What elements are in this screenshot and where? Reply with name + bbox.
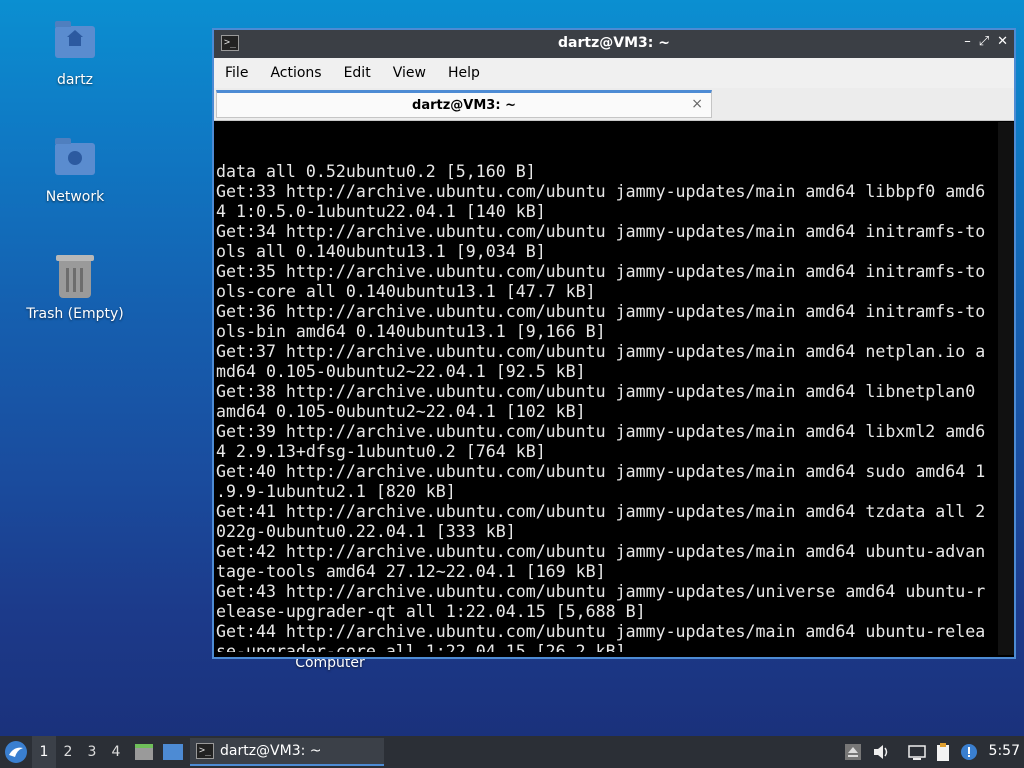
- menu-file[interactable]: File: [214, 65, 259, 81]
- terminal-line: se-upgrader-core all 1:22.04.15 [26.2 kB…: [216, 642, 626, 652]
- file-manager-icon[interactable]: [134, 742, 154, 762]
- trash-icon: [51, 254, 99, 302]
- terminal-line: Get:38 http://archive.ubuntu.com/ubuntu …: [216, 382, 976, 401]
- clipboard-icon[interactable]: [933, 742, 953, 762]
- desktop-icon-trash[interactable]: Trash (Empty): [15, 254, 135, 322]
- terminal-line: .9.9-1ubuntu2.1 [820 kB]: [216, 482, 456, 501]
- terminal-line: ols-bin amd64 0.140ubuntu13.1 [9,166 B]: [216, 322, 606, 341]
- taskbar-terminal-task[interactable]: >_ dartz@VM3: ~: [190, 738, 384, 766]
- terminal-line: Get:40 http://archive.ubuntu.com/ubuntu …: [216, 462, 986, 481]
- menu-edit[interactable]: Edit: [333, 65, 382, 81]
- workspace-4[interactable]: 4: [104, 736, 128, 768]
- terminal-line: elease-upgrader-qt all 1:22.04.15 [5,688…: [216, 602, 646, 621]
- desktop-icon-label: Trash (Empty): [26, 306, 124, 322]
- terminal-output[interactable]: data all 0.52ubuntu0.2 [5,160 B] Get:33 h…: [216, 122, 996, 652]
- terminal-tab[interactable]: dartz@VM3: ~ ×: [216, 90, 712, 118]
- clock[interactable]: 5:57: [989, 743, 1020, 759]
- update-notifier-icon[interactable]: [959, 742, 979, 762]
- home-folder-icon: [51, 20, 99, 68]
- terminal-window[interactable]: >_ dartz@VM3: ~ – ⤢ ✕ File Actions Edit …: [212, 28, 1016, 659]
- terminal-line: Get:44 http://archive.ubuntu.com/ubuntu …: [216, 622, 986, 641]
- window-titlebar[interactable]: >_ dartz@VM3: ~ – ⤢ ✕: [214, 30, 1014, 58]
- terminal-line: data all 0.52ubuntu0.2 [5,160 B]: [216, 162, 536, 181]
- desktop-icon-label: Network: [45, 189, 105, 205]
- workspace-switcher: 1 2 3 4: [32, 736, 128, 768]
- terminal-icon: >_: [196, 743, 214, 759]
- desktop-icon-label: dartz: [56, 72, 94, 88]
- terminal-line: md64 0.105-0ubuntu2~22.04.1 [92.5 kB]: [216, 362, 586, 381]
- maximize-button[interactable]: ⤢: [979, 34, 989, 49]
- menu-actions[interactable]: Actions: [259, 65, 332, 81]
- terminal-line: Get:37 http://archive.ubuntu.com/ubuntu …: [216, 342, 986, 361]
- terminal-line: Get:34 http://archive.ubuntu.com/ubuntu …: [216, 222, 986, 241]
- terminal-line: Get:43 http://archive.ubuntu.com/ubuntu …: [216, 582, 986, 601]
- menubar: File Actions Edit View Help: [214, 58, 1014, 88]
- lubuntu-logo-icon[interactable]: [4, 740, 28, 764]
- terminal-line: tage-tools amd64 27.12~22.04.1 [169 kB]: [216, 562, 606, 581]
- tab-label: dartz@VM3: ~: [412, 98, 516, 113]
- eject-icon[interactable]: [843, 742, 863, 762]
- close-button[interactable]: ✕: [997, 34, 1008, 49]
- tab-bar: dartz@VM3: ~ ×: [214, 88, 1014, 121]
- desktop-icon-network[interactable]: Network: [15, 137, 135, 205]
- terminal-line: ols-core all 0.140ubuntu13.1 [47.7 kB]: [216, 282, 596, 301]
- terminal-line: Get:36 http://archive.ubuntu.com/ubuntu …: [216, 302, 986, 321]
- tab-close-icon[interactable]: ×: [691, 96, 703, 112]
- menu-help[interactable]: Help: [437, 65, 491, 81]
- terminal-line: Get:41 http://archive.ubuntu.com/ubuntu …: [216, 502, 986, 521]
- terminal-line: Get:42 http://archive.ubuntu.com/ubuntu …: [216, 542, 986, 561]
- terminal-line: 4 2.9.13+dfsg-1ubuntu0.2 [764 kB]: [216, 442, 546, 461]
- window-title: dartz@VM3: ~: [558, 35, 670, 51]
- terminal-line: ols all 0.140ubuntu13.1 [9,034 B]: [216, 242, 546, 261]
- network-folder-icon: [51, 137, 99, 185]
- terminal-line: Get:39 http://archive.ubuntu.com/ubuntu …: [216, 422, 986, 441]
- workspace-1[interactable]: 1: [32, 736, 56, 768]
- network-icon[interactable]: [907, 742, 927, 762]
- taskbar: 1 2 3 4 >_ dartz@VM3: ~ 5:57: [0, 736, 1024, 768]
- desktop-icon-home[interactable]: dartz: [15, 20, 135, 88]
- terminal-line: Get:33 http://archive.ubuntu.com/ubuntu …: [216, 182, 986, 201]
- task-label: dartz@VM3: ~: [220, 743, 322, 759]
- terminal-line: 4 1:0.5.0-1ubuntu22.04.1 [140 kB]: [216, 202, 546, 221]
- terminal-line: amd64 0.105-0ubuntu2~22.04.1 [102 kB]: [216, 402, 586, 421]
- menu-view[interactable]: View: [382, 65, 437, 81]
- show-desktop-icon[interactable]: [162, 743, 184, 761]
- workspace-3[interactable]: 3: [80, 736, 104, 768]
- terminal-line: Get:35 http://archive.ubuntu.com/ubuntu …: [216, 262, 986, 281]
- terminal-scrollbar[interactable]: [998, 122, 1014, 655]
- terminal-line: 022g-0ubuntu0.22.04.1 [333 kB]: [216, 522, 516, 541]
- minimize-button[interactable]: –: [964, 34, 971, 49]
- workspace-2[interactable]: 2: [56, 736, 80, 768]
- volume-icon[interactable]: [871, 742, 891, 762]
